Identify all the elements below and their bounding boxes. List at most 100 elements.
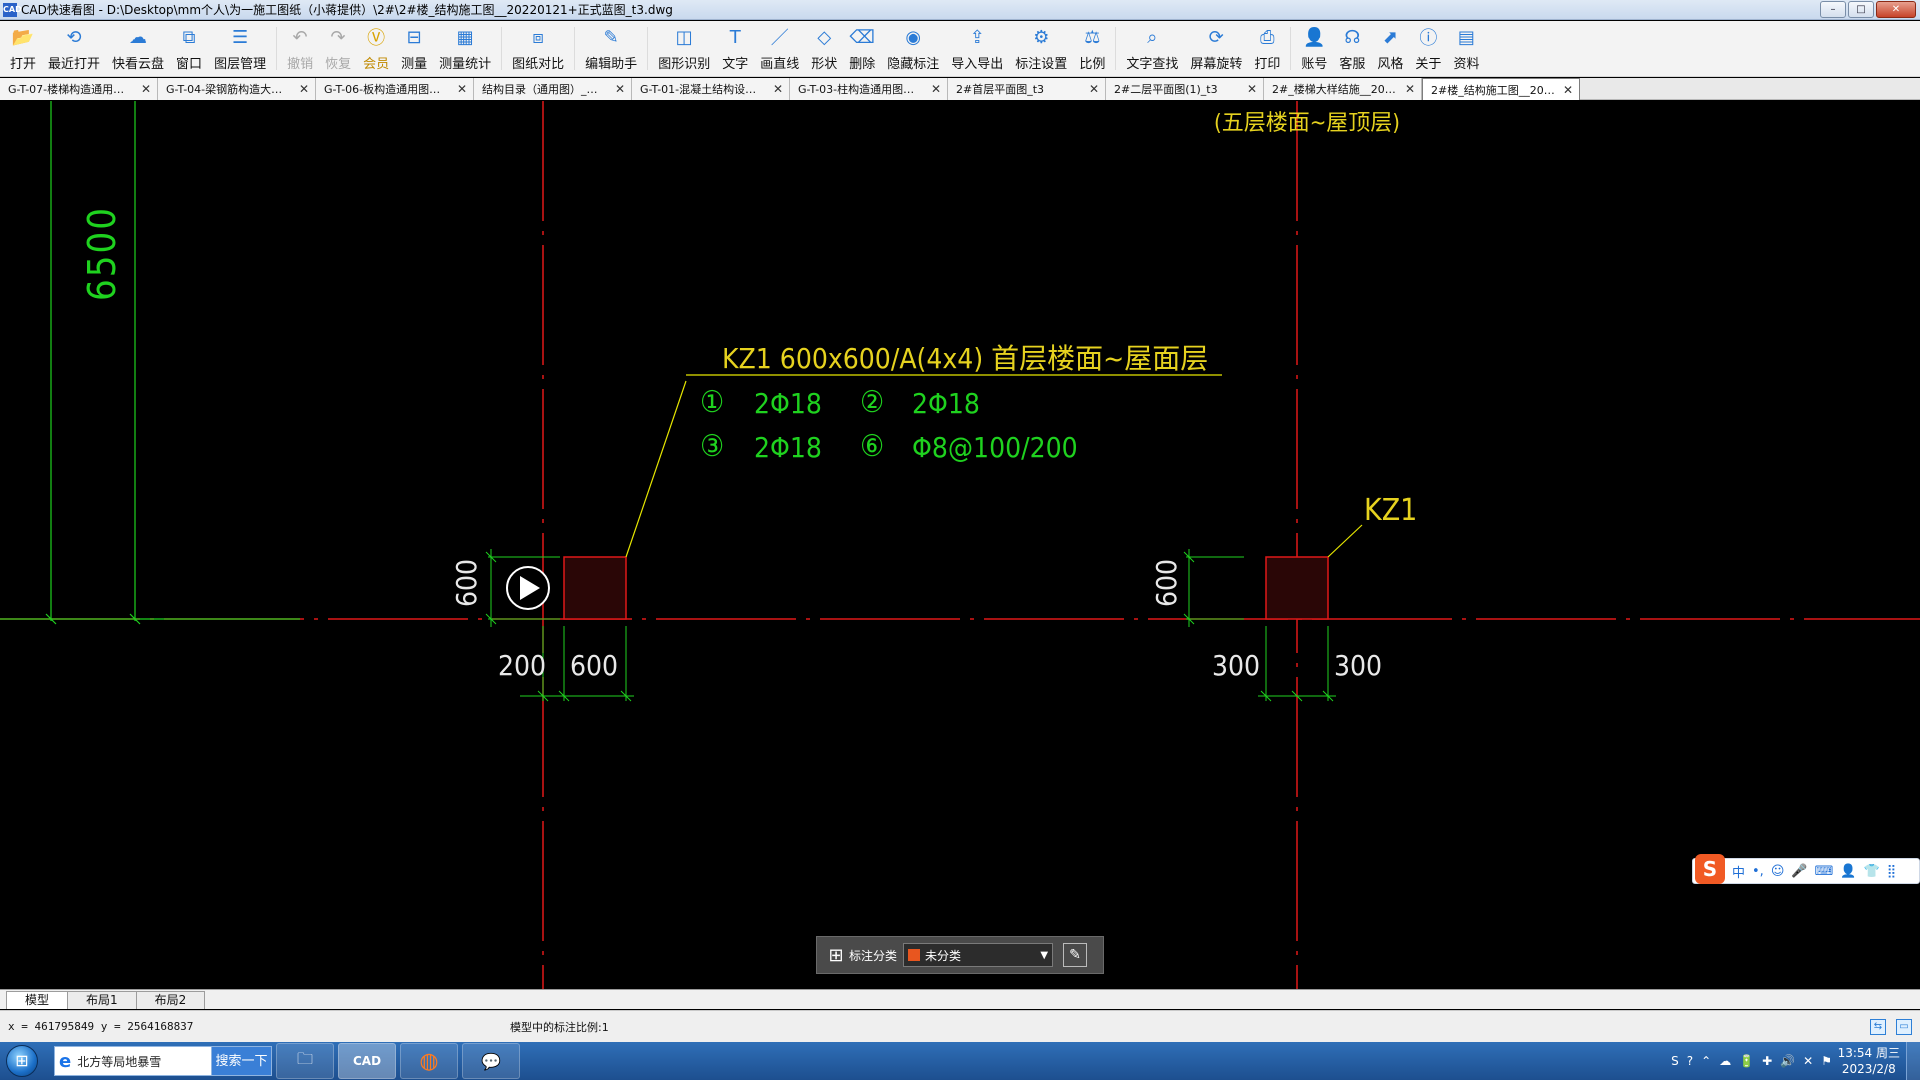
- column-kz1-left[interactable]: [563, 556, 627, 620]
- doc-tab[interactable]: 2#二层平面图(1)_t3 ✕: [1106, 78, 1264, 100]
- doc-tab[interactable]: G-T-06-板构造通用图… ✕: [316, 78, 474, 100]
- doc-tab[interactable]: 2#首层平面图_t3 ✕: [948, 78, 1106, 100]
- edit-icon: ✎: [603, 26, 619, 48]
- doc-tab[interactable]: G-T-07-楼梯构造通用… ✕: [0, 78, 158, 100]
- text-search-button[interactable]: ⌕ 文字查找: [1120, 21, 1184, 76]
- cloud-disk-button[interactable]: ☁ 快看云盘: [106, 21, 170, 76]
- ime-toolbox-icon[interactable]: ⣿: [1887, 864, 1897, 879]
- ime-chinese-mode[interactable]: 中: [1732, 862, 1745, 881]
- rebar-mark: ②: [860, 385, 885, 420]
- text-button[interactable]: T 文字: [716, 21, 754, 76]
- account-button[interactable]: 👤 账号: [1295, 21, 1333, 76]
- help-tray-icon[interactable]: ?: [1687, 1054, 1693, 1068]
- close-tab-icon[interactable]: ✕: [615, 82, 625, 96]
- close-tab-icon[interactable]: ✕: [1405, 82, 1415, 96]
- close-tab-icon[interactable]: ✕: [457, 82, 467, 96]
- doc-tab[interactable]: 结构目录（通用图）_… ✕: [474, 78, 632, 100]
- undo-button[interactable]: ↶ 撤销: [281, 21, 319, 76]
- scale-button[interactable]: ⚖ 比例: [1073, 21, 1111, 76]
- ie-icon: e: [59, 1050, 72, 1072]
- ime-skin-icon[interactable]: 👕: [1864, 864, 1880, 879]
- undo-icon: ↶: [292, 26, 308, 48]
- search-button[interactable]: 搜索一下: [212, 1046, 272, 1076]
- scale-icon: ⚖: [1084, 26, 1101, 48]
- hide-annotation-button[interactable]: ◉ 隐藏标注: [881, 21, 945, 76]
- chevron-down-icon: ▼: [1040, 949, 1049, 961]
- maximize-button[interactable]: □: [1848, 1, 1874, 18]
- measure-button[interactable]: ⊟ 测量: [395, 21, 433, 76]
- ime-punctuation-icon[interactable]: •,: [1752, 864, 1764, 879]
- close-tab-icon[interactable]: ✕: [299, 82, 309, 96]
- vip-button[interactable]: Ⓥ 会员: [357, 21, 395, 76]
- close-tab-icon[interactable]: ✕: [931, 82, 941, 96]
- style-button[interactable]: ⬈ 风格: [1371, 21, 1409, 76]
- close-tab-icon[interactable]: ✕: [1563, 83, 1573, 97]
- shape-button[interactable]: ◇ 形状: [805, 21, 843, 76]
- cloud-tray-icon[interactable]: ☁: [1719, 1054, 1731, 1068]
- security-tray-icon[interactable]: ✚: [1762, 1054, 1772, 1068]
- dim-left-offset: 200: [498, 649, 547, 682]
- wechat-taskbar-button[interactable]: 💬: [462, 1043, 520, 1079]
- battery-tray-icon[interactable]: 🔋: [1739, 1054, 1754, 1068]
- sogou-logo-icon[interactable]: S: [1695, 854, 1725, 884]
- doc-tab-active[interactable]: 2#楼_结构施工图__20… ✕: [1422, 78, 1580, 100]
- annotation-settings-button[interactable]: ⚙ 标注设置: [1009, 21, 1073, 76]
- grid-icon[interactable]: ⊞: [823, 945, 849, 966]
- ime-voice-icon[interactable]: 🎤: [1791, 864, 1807, 879]
- tab-model[interactable]: 模型: [6, 991, 69, 1009]
- edit-assistant-button[interactable]: ✎ 编辑助手: [579, 21, 643, 76]
- close-tab-icon[interactable]: ✕: [773, 82, 783, 96]
- volume-tray-icon[interactable]: 🔊: [1780, 1054, 1795, 1068]
- line-icon: ／: [770, 28, 789, 49]
- start-button[interactable]: ⊞: [0, 1042, 44, 1080]
- ime-user-icon[interactable]: 👤: [1840, 864, 1856, 879]
- customer-service-button[interactable]: ☊ 客服: [1333, 21, 1371, 76]
- measure-stats-button[interactable]: ▦ 测量统计: [433, 21, 497, 76]
- minimize-button[interactable]: –: [1820, 1, 1846, 18]
- ime-keyboard-icon[interactable]: ⌨: [1815, 864, 1834, 879]
- shape-recognize-button[interactable]: ◫ 图形识别: [652, 21, 716, 76]
- action-center-tray-icon[interactable]: ⚑: [1821, 1054, 1832, 1068]
- tab-layout1[interactable]: 布局1: [67, 991, 137, 1009]
- materials-button[interactable]: ▤ 资料: [1447, 21, 1485, 76]
- doc-tab[interactable]: 2#_楼梯大样结施__20… ✕: [1264, 78, 1422, 100]
- switch-view-icon[interactable]: ⇆: [1870, 1019, 1886, 1035]
- doc-tab[interactable]: G-T-01-混凝土结构设… ✕: [632, 78, 790, 100]
- import-export-button[interactable]: ⇪ 导入导出: [945, 21, 1009, 76]
- layer-manage-button[interactable]: ☰ 图层管理: [208, 21, 272, 76]
- screen-rotate-button[interactable]: ⟳ 屏幕旋转: [1184, 21, 1248, 76]
- network-tray-icon[interactable]: ✕: [1803, 1054, 1813, 1068]
- close-button[interactable]: ✕: [1876, 1, 1916, 18]
- column-kz1-right[interactable]: [1265, 556, 1329, 620]
- about-button[interactable]: ⓘ 关于: [1409, 21, 1447, 76]
- doc-tab[interactable]: G-T-03-柱构造通用图… ✕: [790, 78, 948, 100]
- ime-emoji-icon[interactable]: ☺: [1771, 864, 1785, 879]
- rebar-spec: 2Φ18: [754, 431, 822, 464]
- close-tab-icon[interactable]: ✕: [1089, 82, 1099, 96]
- fullscreen-icon[interactable]: ▭: [1896, 1019, 1912, 1035]
- close-tab-icon[interactable]: ✕: [1247, 82, 1257, 96]
- edit-category-icon[interactable]: ✎: [1063, 943, 1088, 967]
- cad-viewer-taskbar-button[interactable]: CAD: [338, 1043, 396, 1079]
- delete-button[interactable]: ⌫ 删除: [843, 21, 881, 76]
- recent-open-button[interactable]: ⟲ 最近打开: [42, 21, 106, 76]
- drawing-canvas[interactable]: (五层楼面~屋顶层) 6500 KZ1 600x600/A(4x4) 首层楼面~…: [0, 101, 1920, 989]
- taskbar-search-box[interactable]: e 北方等局地暴雪: [54, 1046, 212, 1076]
- redo-button[interactable]: ↷ 恢复: [319, 21, 357, 76]
- print-button[interactable]: ⎙ 打印: [1248, 21, 1286, 76]
- category-color-swatch: [908, 949, 921, 961]
- draw-line-button[interactable]: ／画直线: [754, 21, 805, 76]
- compare-button[interactable]: ⧈ 图纸对比: [506, 21, 570, 76]
- tray-expand-icon[interactable]: ⌃: [1701, 1054, 1711, 1068]
- close-tab-icon[interactable]: ✕: [141, 82, 151, 96]
- firefox-taskbar-button[interactable]: ◍: [400, 1043, 458, 1079]
- annotation-category-select[interactable]: 未分类 ▼: [903, 943, 1054, 967]
- tab-layout2[interactable]: 布局2: [135, 991, 206, 1009]
- file-explorer-taskbar-button[interactable]: 🗀: [276, 1043, 334, 1079]
- window-button[interactable]: ⧉ 窗口: [170, 21, 208, 76]
- sogou-tray-icon[interactable]: S: [1671, 1054, 1679, 1068]
- show-desktop-button[interactable]: [1906, 1042, 1920, 1080]
- taskbar-clock[interactable]: 13:54 周三 2023/2/8: [1838, 1045, 1900, 1077]
- doc-tab[interactable]: G-T-04-梁钢筋构造大… ✕: [158, 78, 316, 100]
- open-button[interactable]: 📂 打开: [4, 21, 42, 76]
